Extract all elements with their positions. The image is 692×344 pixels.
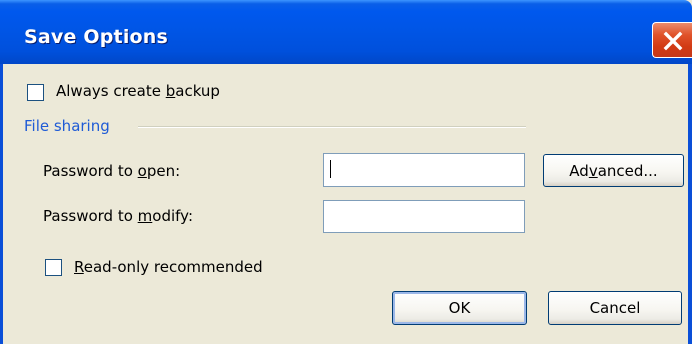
always-create-backup-label-text: Always create bbox=[56, 82, 166, 100]
password-to-open-accelerator: o bbox=[137, 162, 147, 180]
read-only-recommended-checkbox[interactable] bbox=[45, 259, 62, 276]
close-button[interactable] bbox=[652, 22, 692, 58]
window-frame-right bbox=[688, 64, 692, 344]
password-to-modify-label: Password to modify: bbox=[43, 207, 193, 225]
ok-button[interactable]: OK bbox=[392, 291, 527, 325]
cancel-button[interactable]: Cancel bbox=[548, 291, 682, 325]
password-to-open-input[interactable] bbox=[323, 153, 525, 187]
advanced-button-text: Ad bbox=[569, 161, 589, 180]
password-to-modify-input[interactable] bbox=[323, 200, 525, 233]
dialog-title: Save Options bbox=[24, 26, 169, 48]
window-frame-left bbox=[0, 64, 3, 344]
always-create-backup-accelerator: b bbox=[165, 82, 176, 100]
read-only-recommended-accelerator: R bbox=[74, 258, 84, 276]
save-options-dialog: Save Options Always create backup File s… bbox=[0, 0, 692, 344]
advanced-button[interactable]: Advanced... bbox=[543, 154, 684, 187]
password-to-modify-label-text: Password to bbox=[43, 207, 138, 225]
password-to-modify-accelerator: m bbox=[137, 207, 153, 225]
text-caret bbox=[330, 160, 331, 178]
password-to-open-label-rest: pen: bbox=[146, 162, 181, 180]
always-create-backup-label[interactable]: Always create backup bbox=[56, 82, 220, 100]
password-to-open-label-text: Password to bbox=[43, 162, 138, 180]
file-sharing-group-label: File sharing bbox=[24, 117, 110, 135]
close-icon bbox=[663, 31, 683, 51]
read-only-recommended-label[interactable]: Read-only recommended bbox=[74, 258, 263, 276]
always-create-backup-label-rest: ackup bbox=[175, 82, 220, 100]
advanced-button-accelerator: v bbox=[588, 161, 598, 180]
file-sharing-divider bbox=[138, 126, 526, 128]
password-to-modify-label-rest: odify: bbox=[152, 207, 194, 225]
password-to-open-label: Password to open: bbox=[43, 162, 180, 180]
always-create-backup-checkbox[interactable] bbox=[27, 84, 44, 101]
title-bar[interactable]: Save Options bbox=[0, 0, 692, 64]
advanced-button-text-rest: anced... bbox=[597, 161, 658, 180]
read-only-recommended-label-text: ead-only recommended bbox=[83, 258, 263, 276]
